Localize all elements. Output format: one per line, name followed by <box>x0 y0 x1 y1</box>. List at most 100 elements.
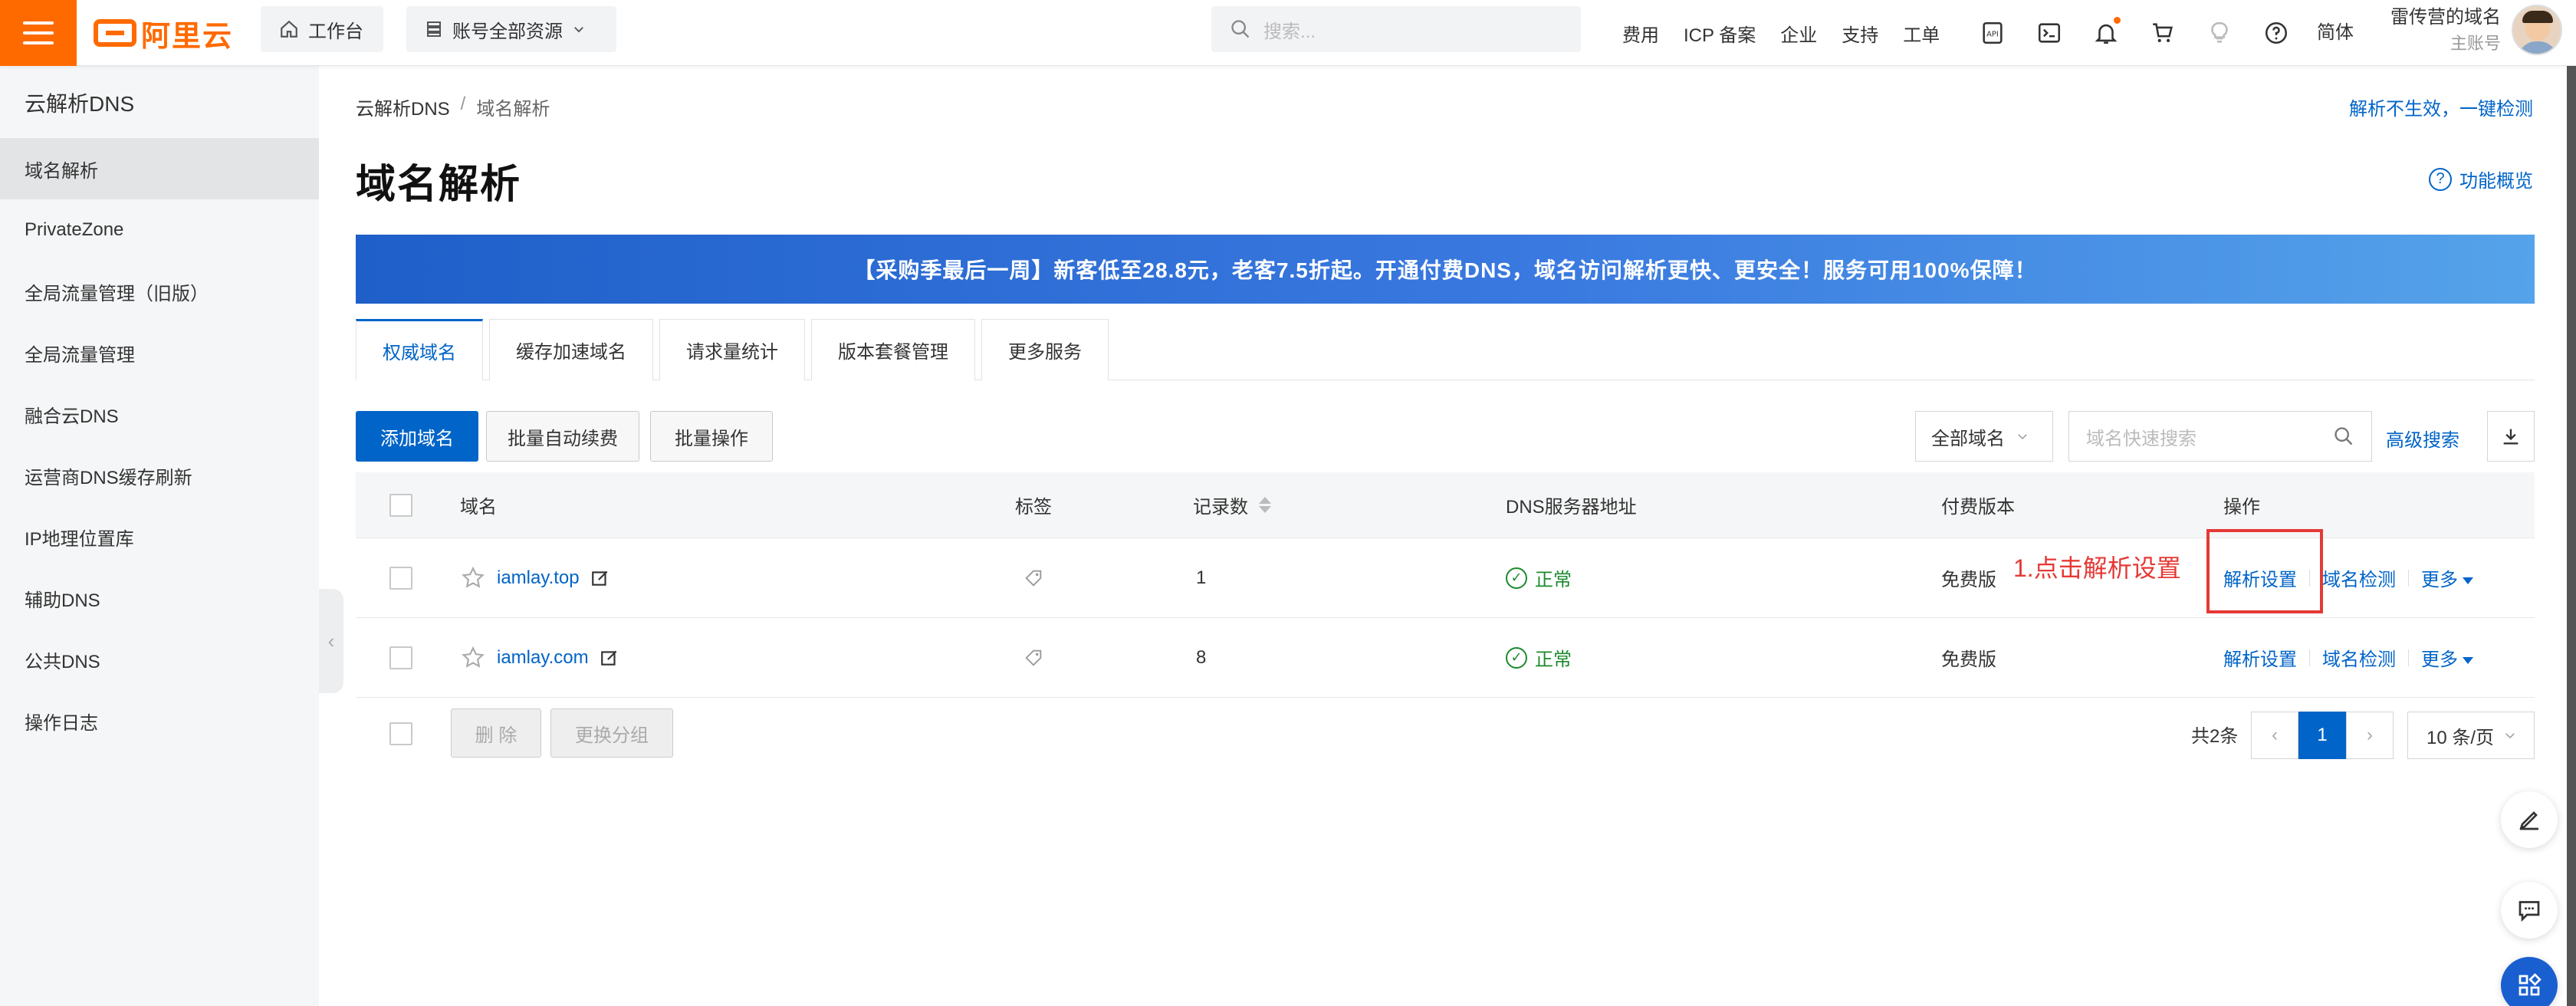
tab-more-services[interactable]: 更多服务 <box>981 319 1109 380</box>
domain-check-link[interactable]: 域名检测 <box>2322 644 2396 671</box>
apps-button[interactable] <box>2501 957 2558 1006</box>
chat-icon <box>2518 901 2540 922</box>
annotation-text: 1.点击解析设置 <box>2013 554 2181 582</box>
sidebar-item-public-dns[interactable]: 公共DNS <box>0 629 319 690</box>
sidebar-collapse-handle[interactable]: ‹ <box>319 589 343 693</box>
chevron-down-icon <box>2018 434 2027 440</box>
page-size-select[interactable]: 10 条/页 <box>2407 712 2535 759</box>
account-resources-dropdown[interactable]: 账号全部资源 <box>406 6 616 52</box>
top-link-ticket[interactable]: 工单 <box>1891 20 1952 47</box>
feature-overview-link[interactable]: ? 功能概览 <box>2429 166 2533 192</box>
next-page-button[interactable]: › <box>2346 712 2394 759</box>
footer-select-all-checkbox[interactable] <box>389 722 412 745</box>
change-group-button[interactable]: 更换分组 <box>550 708 673 758</box>
svg-text:API: API <box>1986 30 1999 38</box>
search-icon <box>1231 20 1250 38</box>
one-click-check-link[interactable]: 解析不生效，一键检测 <box>2349 94 2533 120</box>
chevron-right-icon: › <box>2367 725 2373 745</box>
terminal-icon[interactable] <box>2036 20 2062 46</box>
resources-icon <box>427 21 441 37</box>
table-footer: 删 除 更换分组 共2条 ‹ 1 › 10 条/页 <box>356 704 2535 762</box>
tag-icon[interactable] <box>1023 567 1044 589</box>
top-link-icp[interactable]: ICP 备案 <box>1671 20 1768 47</box>
feedback-edit-button[interactable] <box>2501 791 2558 848</box>
top-link-enterprise[interactable]: 企业 <box>1768 20 1829 47</box>
tab-request-stats[interactable]: 请求量统计 <box>659 319 805 380</box>
help-icon[interactable] <box>2263 20 2289 46</box>
global-search-input[interactable]: 搜索... <box>1211 6 1581 52</box>
download-button[interactable] <box>2487 411 2535 462</box>
column-domain: 域名 <box>460 497 497 518</box>
annotation-highlight-box <box>2206 529 2323 613</box>
domain-search-input[interactable]: 域名快速搜索 <box>2068 411 2372 462</box>
table-row: iamlay.com 8 ✓ 正常 免费版 解析设置 域名检测 更多 <box>356 618 2535 698</box>
workbench-label: 工作台 <box>308 21 363 42</box>
prev-page-button[interactable]: ‹ <box>2251 712 2298 759</box>
dns-status: ✓ 正常 <box>1506 564 1572 591</box>
batch-renew-button[interactable]: 批量自动续费 <box>486 411 639 462</box>
download-icon <box>2503 429 2518 445</box>
record-count: 1 <box>1196 567 1207 588</box>
workbench-button[interactable]: 工作台 <box>261 6 383 52</box>
tab-cache-acceleration[interactable]: 缓存加速域名 <box>489 319 653 380</box>
cart-icon[interactable] <box>2150 20 2176 46</box>
page-number-button[interactable]: 1 <box>2298 712 2346 759</box>
api-icon[interactable]: API <box>1980 20 2006 46</box>
tab-authoritative-domains[interactable]: 权威域名 <box>356 319 483 380</box>
aliyun-logo[interactable]: 阿里云 <box>94 14 233 53</box>
batch-operations-button[interactable]: 批量操作 <box>650 411 773 462</box>
user-role: 主账号 <box>2450 34 2501 53</box>
advanced-search-link[interactable]: 高级搜索 <box>2386 425 2459 452</box>
sidebar-item-secondary-dns[interactable]: 辅助DNS <box>0 567 319 629</box>
column-actions: 操作 <box>2223 497 2260 518</box>
row-checkbox[interactable] <box>389 566 412 590</box>
sidebar-item-domain-resolution[interactable]: 域名解析 <box>0 138 319 199</box>
domain-link[interactable]: iamlay.top <box>497 567 580 589</box>
domain-filter-select[interactable]: 全部域名 <box>1915 411 2053 462</box>
more-dropdown[interactable]: 更多 <box>2421 644 2473 671</box>
tag-icon[interactable] <box>1023 647 1044 669</box>
select-all-checkbox[interactable] <box>389 493 412 517</box>
dns-status-label: 正常 <box>1535 649 1572 670</box>
top-link-billing[interactable]: 费用 <box>1610 20 1671 47</box>
star-icon[interactable] <box>460 565 486 591</box>
sidebar-item-gtm[interactable]: 全局流量管理 <box>0 322 319 383</box>
check-circle-icon: ✓ <box>1506 646 1527 669</box>
breadcrumb-item-dns[interactable]: 云解析DNS <box>356 94 450 120</box>
language-switch[interactable]: 简体 <box>2317 17 2354 44</box>
search-icon[interactable] <box>2333 426 2354 447</box>
row-checkbox[interactable] <box>389 646 412 669</box>
more-dropdown[interactable]: 更多 <box>2421 564 2473 591</box>
domain-link[interactable]: iamlay.com <box>497 647 589 669</box>
window-edge <box>2567 0 2576 1006</box>
lightbulb-icon[interactable] <box>2206 20 2233 46</box>
sidebar-item-gtm-legacy[interactable]: 全局流量管理（旧版） <box>0 261 319 322</box>
column-records[interactable]: 记录数 <box>1193 472 1271 538</box>
edit-icon[interactable] <box>600 648 619 668</box>
pagination-total: 共2条 <box>2191 726 2239 747</box>
sidebar-item-hybrid-dns[interactable]: 融合云DNS <box>0 383 319 445</box>
sidebar-item-isp-cache-refresh[interactable]: 运营商DNS缓存刷新 <box>0 445 319 506</box>
column-records-label: 记录数 <box>1193 497 1248 518</box>
add-domain-button[interactable]: 添加域名 <box>356 411 478 462</box>
delete-button[interactable]: 删 除 <box>451 708 541 758</box>
top-link-support[interactable]: 支持 <box>1829 20 1891 47</box>
pencil-icon <box>2519 811 2538 830</box>
promo-banner[interactable]: 【采购季最后一周】新客低至28.8元，老客7.5折起。开通付费DNS，域名访问解… <box>356 235 2535 304</box>
resolve-settings-link[interactable]: 解析设置 <box>2223 644 2297 671</box>
top-navigation-bar: 阿里云 工作台 账号全部资源 搜索... 费用 ICP 备案 企业 支持 工单 … <box>0 0 2576 66</box>
tab-edition-management[interactable]: 版本套餐管理 <box>811 319 975 380</box>
edit-icon[interactable] <box>590 568 610 588</box>
avatar[interactable] <box>2512 5 2562 55</box>
star-icon[interactable] <box>460 645 486 671</box>
menu-icon[interactable] <box>0 0 77 66</box>
chat-button[interactable] <box>2501 882 2558 939</box>
breadcrumb: 云解析DNS / 域名解析 <box>356 94 550 120</box>
sidebar-item-operation-log[interactable]: 操作日志 <box>0 690 319 751</box>
domain-check-link[interactable]: 域名检测 <box>2322 564 2396 591</box>
sidebar-item-ip-geo[interactable]: IP地理位置库 <box>0 506 319 567</box>
account-resources-label: 账号全部资源 <box>452 21 563 42</box>
sidebar-item-privatezone[interactable]: PrivateZone <box>0 199 319 261</box>
bell-icon[interactable] <box>2093 17 2121 46</box>
user-info[interactable]: 雷传营的域名 主账号 <box>2386 5 2501 57</box>
